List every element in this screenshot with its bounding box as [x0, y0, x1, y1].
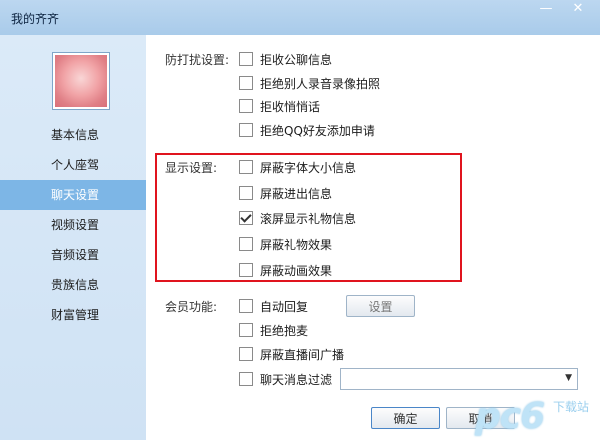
sidebar-item-audio-settings[interactable]: 音频设置	[0, 240, 146, 270]
sidebar-item-basic-info[interactable]: 基本信息	[0, 120, 146, 150]
message-filter-select[interactable]: ▼	[340, 368, 578, 390]
checkbox[interactable]	[239, 186, 253, 200]
option-label: 拒绝QQ好友添加申请	[260, 123, 375, 138]
member-features-label: 会员功能:	[165, 300, 218, 314]
option-reject-recording[interactable]: 拒绝别人录音录像拍照	[239, 75, 380, 91]
option-label: 拒绝抱麦	[260, 323, 309, 338]
option-label: 屏蔽字体大小信息	[260, 160, 357, 175]
checkbox-checked[interactable]	[239, 211, 253, 225]
option-message-filter[interactable]: 聊天消息过滤	[239, 371, 332, 387]
checkbox[interactable]	[239, 123, 253, 137]
checkbox[interactable]	[239, 299, 253, 313]
checkbox[interactable]	[239, 323, 253, 337]
anti-harass-label: 防打扰设置:	[165, 53, 230, 67]
checkbox[interactable]	[239, 372, 253, 386]
option-label: 自动回复	[260, 299, 309, 314]
close-icon[interactable]: ✕	[568, 2, 588, 16]
checkbox[interactable]	[239, 237, 253, 251]
option-label: 滚屏显示礼物信息	[260, 211, 357, 226]
sidebar-item-chat-settings[interactable]: 聊天设置	[0, 180, 146, 210]
option-reject-public-chat[interactable]: 拒收公聊信息	[239, 51, 332, 67]
option-label: 拒收悄悄话	[260, 99, 321, 114]
sidebar-item-video-settings[interactable]: 视频设置	[0, 210, 146, 240]
checkbox[interactable]	[239, 99, 253, 113]
watermark-text: pc6	[475, 396, 545, 437]
option-block-gift-effect[interactable]: 屏蔽礼物效果	[239, 236, 332, 252]
sidebar-item-noble-info[interactable]: 贵族信息	[0, 270, 146, 300]
option-scroll-gift-info[interactable]: 滚屏显示礼物信息	[239, 210, 356, 226]
checkbox[interactable]	[239, 160, 253, 174]
display-settings-label: 显示设置:	[165, 161, 218, 175]
sidebar-nav: 基本信息 个人座驾 聊天设置 视频设置 音频设置 贵族信息 财富管理	[0, 120, 146, 330]
option-label: 拒收公聊信息	[260, 52, 333, 67]
sidebar-item-wealth-management[interactable]: 财富管理	[0, 300, 146, 330]
option-label: 聊天消息过滤	[260, 372, 333, 387]
auto-reply-settings-button[interactable]: 设置	[346, 295, 415, 317]
avatar[interactable]	[52, 52, 110, 110]
option-auto-reply[interactable]: 自动回复	[239, 298, 308, 314]
window-title: 我的齐齐	[11, 12, 60, 26]
minimize-icon[interactable]: —	[536, 2, 556, 16]
option-label: 屏蔽动画效果	[260, 263, 333, 278]
checkbox[interactable]	[239, 347, 253, 361]
option-block-broadcast[interactable]: 屏蔽直播间广播	[239, 346, 344, 362]
watermark-logo: pc6 下载站	[475, 390, 600, 440]
watermark-subtext: 下载站	[553, 400, 590, 414]
avatar-image	[55, 55, 107, 107]
option-reject-whisper[interactable]: 拒收悄悄话	[239, 98, 320, 114]
checkbox[interactable]	[239, 52, 253, 66]
option-label: 屏蔽直播间广播	[260, 347, 345, 362]
option-block-animation[interactable]: 屏蔽动画效果	[239, 262, 332, 278]
option-label: 屏蔽礼物效果	[260, 237, 333, 252]
option-block-font-size[interactable]: 屏蔽字体大小信息	[239, 159, 356, 175]
checkbox[interactable]	[239, 263, 253, 277]
option-label: 拒绝别人录音录像拍照	[260, 76, 381, 91]
chevron-down-icon[interactable]: ▼	[565, 373, 572, 383]
option-reject-qq-friend[interactable]: 拒绝QQ好友添加申请	[239, 122, 375, 138]
sidebar: 基本信息 个人座驾 聊天设置 视频设置 音频设置 贵族信息 财富管理	[0, 35, 146, 440]
sidebar-item-personal-vehicle[interactable]: 个人座驾	[0, 150, 146, 180]
ok-button[interactable]: 确定	[371, 407, 440, 429]
title-bar: 我的齐齐 — ✕	[0, 0, 600, 35]
option-label: 屏蔽进出信息	[260, 186, 333, 201]
checkbox[interactable]	[239, 76, 253, 90]
option-reject-hold-mic[interactable]: 拒绝抱麦	[239, 322, 308, 338]
option-block-enter-exit[interactable]: 屏蔽进出信息	[239, 185, 332, 201]
settings-panel: 防打扰设置: 拒收公聊信息 拒绝别人录音录像拍照 拒收悄悄话 拒绝QQ好友添加申…	[146, 35, 600, 440]
